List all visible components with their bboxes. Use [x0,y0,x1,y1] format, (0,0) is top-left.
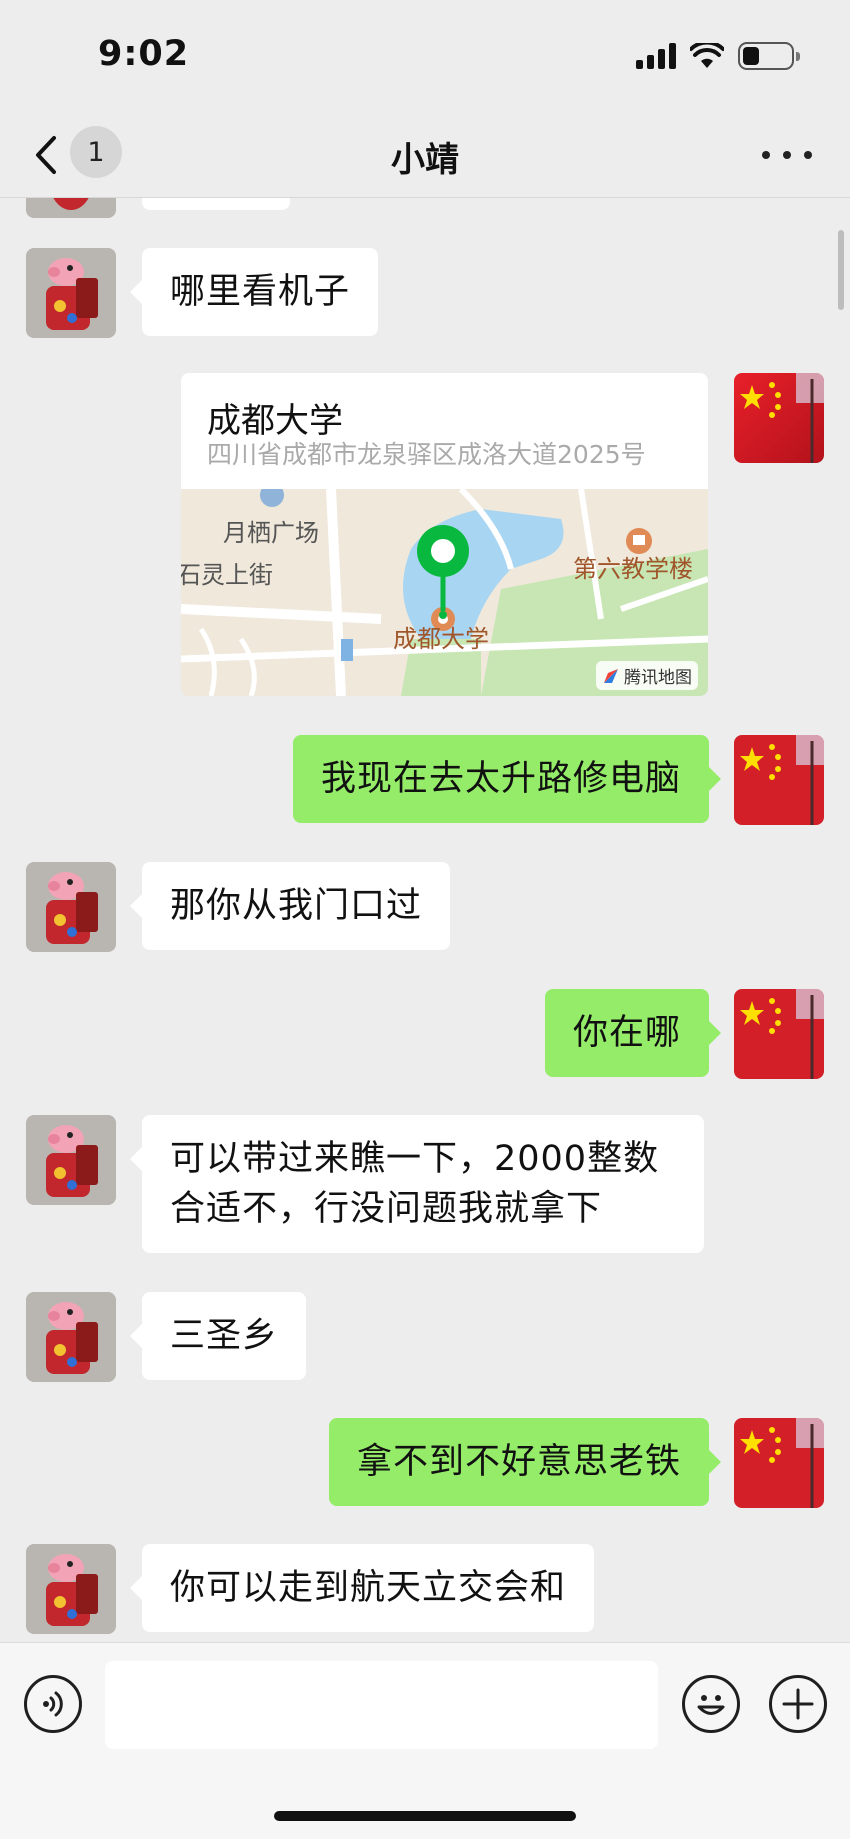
input-bar [0,1642,850,1839]
my-avatar[interactable] [734,989,824,1079]
map-label: 第六教学楼 [573,555,693,583]
status-bar: 9:02 [0,0,850,112]
contact-avatar[interactable] [26,248,116,338]
map-credit-text: 腾讯地图 [624,668,692,688]
chat-header: 1 小靖 [0,112,850,198]
message-bubble[interactable]: 可以带过来瞧一下，2000整数合适不，行没问题我就拿下 [130,1115,704,1253]
more-options-button[interactable] [762,140,812,170]
voice-icon [43,1691,63,1717]
message-bubble-partial[interactable] [142,198,290,210]
contact-avatar[interactable] [26,1292,116,1382]
emoji-button[interactable] [682,1675,740,1733]
more-functions-button[interactable] [769,1675,827,1733]
location-card[interactable]: 成都大学 四川省成都市龙泉驿区成洛大道2025号 月栖广场 石灵上街 第六教学楼… [181,373,708,696]
plus-circle-icon [782,1688,814,1720]
home-indicator[interactable] [274,1811,576,1821]
contact-avatar[interactable] [26,198,116,218]
wifi-icon [690,43,724,68]
cellular-signal-icon [636,43,676,69]
scrollbar[interactable] [838,230,844,310]
message-bubble[interactable]: 我现在去太升路修电脑 [292,735,722,823]
map-label: 月栖广场 [223,519,319,547]
location-map[interactable]: 月栖广场 石灵上街 第六教学楼 成都大学 腾讯地图 [181,489,708,696]
location-pin-icon [417,525,469,619]
message-bubble[interactable]: 三圣乡 [129,1292,307,1380]
status-time: 9:02 [98,34,190,74]
message-input[interactable] [105,1661,658,1749]
chat-title: 小靖 [391,140,459,180]
map-label: 石灵上街 [181,561,273,589]
status-icons [636,40,800,72]
message-bubble[interactable]: 你可以走到航天立交会和 [129,1544,595,1632]
message-bubble[interactable]: 你在哪 [544,989,722,1077]
message-bubble[interactable]: 那你从我门口过 [129,862,451,950]
contact-avatar[interactable] [26,862,116,952]
message-bubble[interactable]: 哪里看机子 [129,248,379,336]
message-bubble[interactable]: 拿不到不好意思老铁 [328,1418,722,1506]
location-address: 四川省成都市龙泉驿区成洛大道2025号 [207,440,646,469]
battery-icon [738,42,800,70]
my-avatar[interactable] [734,373,824,463]
map-credit: 腾讯地图 [596,661,698,690]
more-horizontal-icon [762,151,770,159]
contact-avatar[interactable] [26,1115,116,1205]
my-avatar[interactable] [734,735,824,825]
tencent-map-logo-icon [604,668,618,683]
voice-button[interactable] [24,1675,82,1733]
message-list[interactable]: 哪里看机子 成都大学 四川省成都市龙泉驿区成洛大道2025号 月栖广场 石灵上街… [0,198,850,1642]
contact-avatar[interactable] [26,1544,116,1634]
my-avatar[interactable] [734,1418,824,1508]
map-label: 成都大学 [393,625,489,653]
emoji-icon [697,1695,725,1715]
